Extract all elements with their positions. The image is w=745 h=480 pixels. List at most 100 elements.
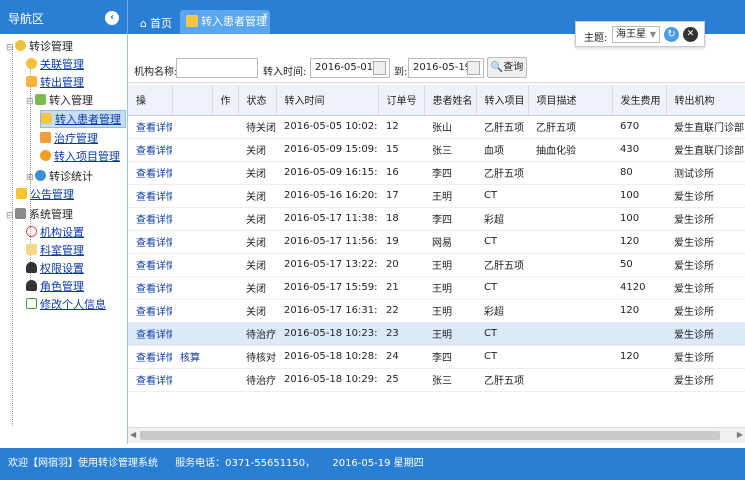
table-cell: 爱生诊所 [666, 322, 745, 346]
table-cell [612, 322, 666, 346]
view-details-link[interactable]: 查看详情 [128, 138, 172, 162]
org-name-input[interactable] [176, 58, 258, 78]
view-details-link[interactable]: 查看详情 [128, 207, 172, 231]
sidebar-item-transfer-out[interactable]: 转出管理 [26, 74, 84, 92]
to-label: 到: [394, 67, 408, 78]
column-header: 项目描述 [528, 85, 613, 116]
sidebar-item-org-settings[interactable]: 机构设置 [26, 224, 84, 242]
table-row[interactable]: 查看详情待关闭2016-05-05 10:02:3712张山乙肝五项乙肝五项67… [128, 115, 745, 139]
date-from-input[interactable]: 2016-05-01 [310, 58, 390, 78]
table-cell: 50 [612, 253, 666, 277]
table-cell: CT [476, 276, 528, 300]
sidebar-item-announcement[interactable]: 公告管理 [16, 186, 74, 204]
table-cell: 关闭 [238, 138, 276, 162]
sidebar-item-system[interactable]: ⊟ 系统管理 [6, 206, 73, 224]
close-icon[interactable]: ✕ [683, 27, 698, 42]
column-header: 订单号 [378, 85, 425, 116]
table-row[interactable]: 查看详情核算 待核对2016-05-18 10:28:5424李四CT 120爱生诊… [128, 345, 745, 369]
horizontal-scrollbar[interactable]: ◀ ▶ [128, 427, 745, 443]
reconcile-link [172, 207, 212, 231]
sidebar-item-project[interactable]: 转入项目管理 [40, 148, 120, 166]
reconcile-link[interactable]: 核算 [172, 345, 212, 369]
table-cell: 抽血化验 [528, 138, 612, 162]
sidebar-item-link[interactable]: 公告管理 [30, 188, 74, 201]
scroll-right-icon[interactable]: ▶ [737, 430, 743, 439]
table-cell [212, 207, 238, 231]
table-row[interactable]: 查看详情 关闭2016-05-17 11:38:4818李四彩超 100爱生诊所 [128, 207, 745, 231]
tab-close-icon[interactable]: x [263, 4, 268, 28]
table-cell: 670 [612, 115, 666, 139]
sidebar-item-link[interactable]: 转入患者管理 [55, 113, 121, 126]
view-details-link[interactable]: 查看详情 [128, 299, 172, 323]
sidebar-item-roles[interactable]: 角色管理 [26, 278, 84, 296]
table-cell: 待治疗 [238, 368, 276, 392]
sidebar-item-link[interactable]: 权限设置 [40, 262, 84, 275]
column-header: 作 [212, 85, 239, 116]
sidebar-item-transfer-in[interactable]: ⊟ 转入管理 [26, 92, 93, 110]
sidebar-item-link[interactable]: 角色管理 [40, 280, 84, 293]
tab-patient-management[interactable]: 转入患者管理 x [180, 10, 270, 34]
table-cell [528, 207, 612, 231]
query-button[interactable]: 🔍查询 [487, 57, 527, 78]
chevron-down-icon: ▼ [649, 30, 656, 39]
sidebar-item-department[interactable]: 科室管理 [26, 242, 84, 260]
reconcile-link [172, 322, 212, 346]
table-cell: 23 [378, 322, 424, 346]
sidebar-item-association[interactable]: 关联管理 [26, 56, 84, 74]
view-details-link[interactable]: 查看详情 [128, 276, 172, 300]
scroll-thumb[interactable] [140, 431, 720, 440]
date-to-input[interactable]: 2016-05-19 [408, 58, 484, 78]
view-details-link[interactable]: 查看详情 [128, 161, 172, 185]
collapse-icon[interactable]: ‹ [105, 11, 119, 25]
table-cell: 王明 [424, 299, 476, 323]
sidebar-item-treatment[interactable]: 治疗管理 [40, 130, 98, 148]
department-icon [26, 244, 37, 255]
table-cell: 待关闭 [238, 115, 276, 139]
view-details-link[interactable]: 查看详情 [128, 322, 172, 346]
sidebar-item-profile[interactable]: 修改个人信息 [26, 296, 106, 314]
table-row[interactable]: 查看详情 关闭2016-05-17 15:59:3721王明CT 4120爱生诊所 [128, 276, 745, 300]
sidebar-item-link[interactable]: 关联管理 [40, 58, 84, 71]
table-row[interactable]: 查看详情 关闭2016-05-16 16:20:3317王明CT 100爱生诊所 [128, 184, 745, 208]
view-details-link[interactable]: 查看详情 [128, 230, 172, 254]
table-cell: 关闭 [238, 253, 276, 277]
table-row[interactable]: 查看详情 待治疗2016-05-18 10:23:5923王明CT 爱生诊所 [128, 322, 745, 346]
sidebar-item-link[interactable]: 转入项目管理 [54, 150, 120, 163]
sidebar-item-link[interactable]: 治疗管理 [54, 132, 98, 145]
calendar-icon[interactable] [373, 61, 386, 75]
sidebar-item-link[interactable]: 转出管理 [40, 76, 84, 89]
table-cell: 2016-05-17 15:59:37 [276, 276, 378, 300]
table-row[interactable]: 查看详情 关闭2016-05-17 13:22:4320王明乙肝五项 50爱生诊所 [128, 253, 745, 277]
sidebar-item-permissions[interactable]: 权限设置 [26, 260, 84, 278]
refresh-icon[interactable]: ↻ [664, 27, 679, 42]
tab-home[interactable]: ⌂ 首页 [134, 13, 178, 34]
table-cell: 4120 [612, 276, 666, 300]
table-cell: 关闭 [238, 184, 276, 208]
table-cell: 2016-05-17 11:38:48 [276, 207, 378, 231]
table-row[interactable]: 查看详情 关闭2016-05-17 16:31:3822王明彩超 120爱生诊所 [128, 299, 745, 323]
view-details-link[interactable]: 查看详情 [128, 253, 172, 277]
nav-header: 导航区 ‹ [0, 0, 128, 34]
sidebar-item-link[interactable]: 机构设置 [40, 226, 84, 239]
table-cell: 爱生诊所 [666, 299, 745, 323]
sidebar-item-link[interactable]: 科室管理 [40, 244, 84, 257]
calendar-icon[interactable] [467, 61, 480, 75]
view-details-link[interactable]: 查看详情 [128, 345, 172, 369]
view-details-link[interactable]: 查看详情 [128, 368, 172, 392]
table-row[interactable]: 查看详情 关闭2016-05-09 15:09:3615张三血项抽血化验430爱生… [128, 138, 745, 162]
table-row[interactable]: 查看详情 关闭2016-05-17 11:56:2119网易CT 120爱生诊所 [128, 230, 745, 254]
sidebar-item-link[interactable]: 修改个人信息 [40, 298, 106, 311]
view-details-link[interactable]: 查看详情 [128, 184, 172, 208]
reconcile-link [172, 138, 212, 162]
table-row[interactable]: 查看详情 关闭2016-05-09 16:15:1016李四乙肝五项 80测试诊所 [128, 161, 745, 185]
scroll-left-icon[interactable]: ◀ [130, 430, 136, 439]
table-row[interactable]: 查看详情 待治疗2016-05-18 10:29:3325张三乙肝五项 爱生诊所 [128, 368, 745, 392]
sidebar-item-referral[interactable]: ⊟ 转诊管理 [6, 38, 73, 56]
column-header: 转入项目 [476, 85, 529, 116]
sidebar-item-patient-management[interactable]: 转入患者管理 [40, 110, 126, 128]
table-cell [528, 345, 612, 369]
table-cell: CT [476, 322, 528, 346]
view-details-link[interactable]: 查看详情 [128, 115, 172, 139]
sidebar-item-statistics[interactable]: ⊞ 转诊统计 [26, 168, 93, 186]
theme-select[interactable]: 海王星 ▼ [612, 26, 660, 43]
